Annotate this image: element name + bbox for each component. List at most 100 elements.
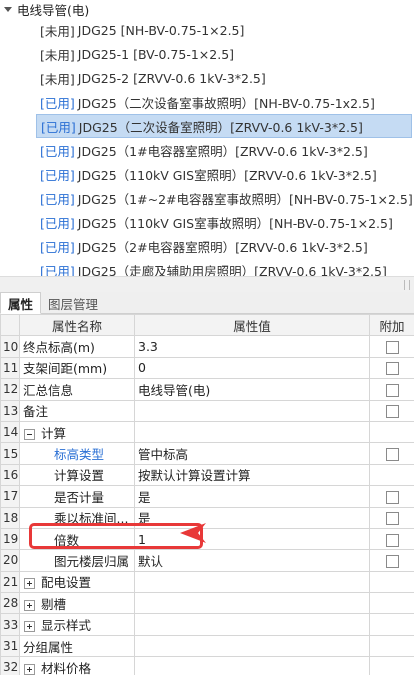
tree-group-label: 电线导管(电) [17,2,90,18]
header-name: 属性名称 [19,313,135,337]
property-name: 显示样式 [19,613,135,636]
property-value[interactable] [134,420,370,444]
extra-checkbox[interactable] [385,448,399,462]
row-number: 19 [0,527,20,551]
grid-row[interactable]: 31 分组属性 [0,634,414,658]
grid-row[interactable]: 28 剔槽 [0,592,414,615]
property-value[interactable] [134,656,370,675]
grip-icon[interactable] [404,280,410,290]
tree-item-status: [已用] [40,215,75,231]
property-value[interactable]: 0 [134,356,370,380]
row-number: 17 [0,485,20,508]
grid-row[interactable]: 13 备注 [0,399,414,422]
property-value[interactable] [134,570,370,594]
property-name: 分组属性 [19,634,135,658]
grid-row[interactable]: 20 图元楼层归属 默认 [0,549,414,572]
tree-item-status: [未用] [40,71,75,87]
property-label: 汇总信息 [23,382,74,398]
grid-row[interactable]: 15 标高类型 管中标高 [0,442,414,465]
grid-row[interactable]: 16 计算设置 按默认计算设置计算 [0,463,414,487]
grid-header-row: 属性名称 属性值 附加 [0,313,414,337]
tree-item-label: JDG25（二次设备室事故照明）[NH-BV-0.75-1x2.5] [77,95,375,111]
extra-checkbox[interactable] [385,554,399,568]
tree-item[interactable]: [已用] JDG25（走廊及辅助用房照明）[ZRVV-0.6 1kV-3*2.5] [36,258,412,277]
row-number: 16 [0,463,20,487]
extra-cell [369,570,414,594]
extra-cell [369,527,414,551]
tree-item[interactable]: [已用] JDG25（1#~2#电容器室事故照明）[NH-BV-0.75-1×2.… [36,186,413,210]
extra-checkbox[interactable] [385,533,399,547]
tree-item-status: [已用] [40,95,75,111]
tree-item-status: [已用] [40,191,75,207]
row-number: 13 [0,399,20,422]
property-label: 图元楼层归属 [54,553,130,569]
tree-item[interactable]: [已用] JDG25（二次设备室照明）[ZRVV-0.6 1kV-3*2.5] [36,114,412,138]
tree-item[interactable]: [已用] JDG25（2#电容器室照明）[ZRVV-0.6 1kV-3*2.5] [36,234,412,258]
property-value[interactable] [134,592,370,615]
grid-row[interactable]: 14 计算 [0,420,414,444]
grid-row[interactable]: 17 是否计量 是 [0,485,414,508]
panel-splitter[interactable] [0,276,414,292]
property-value[interactable]: 是 [134,485,370,508]
property-name: 汇总信息 [19,378,135,401]
property-label: 剔槽 [41,596,67,612]
tree-item-status: [未用] [40,23,75,39]
tree-item[interactable]: [已用] JDG25（110kV GIS室照明）[ZRVV-0.6 1kV-3*2… [36,162,412,186]
expand-icon[interactable] [24,663,35,675]
property-value[interactable] [134,613,370,636]
property-value[interactable] [134,399,370,422]
expand-icon[interactable] [24,599,35,611]
row-number: 15 [0,442,20,465]
extra-checkbox[interactable] [385,490,399,504]
tree-item[interactable]: [已用] JDG25（1#电容器室照明）[ZRVV-0.6 1kV-3*2.5] [36,138,412,162]
property-value[interactable]: 管中标高 [134,442,370,465]
tree-item-label: JDG25（二次设备室照明）[ZRVV-0.6 1kV-3*2.5] [78,119,363,135]
collapse-triangle-icon[interactable] [4,6,12,12]
tree-item-label: JDG25（1#~2#电容器室事故照明）[NH-BV-0.75-1×2.5] [77,191,413,207]
collapse-icon[interactable] [24,428,35,440]
row-number: 10 [0,335,20,358]
extra-checkbox[interactable] [385,405,399,419]
header-extra: 附加 [369,313,414,337]
tree-item[interactable]: [未用] JDG25 [NH-BV-0.75-1×2.5] [36,18,412,42]
tree-item-status: [已用] [40,239,75,255]
extra-cell [369,420,414,444]
grid-row[interactable]: 12 汇总信息 电线导管(电) [0,378,414,401]
tree-item-label: JDG25（110kV GIS室事故照明）[NH-BV-0.75-1×2.5] [77,215,393,231]
tree-item[interactable]: [未用] JDG25-2 [ZRVV-0.6 1kV-3*2.5] [36,66,412,90]
property-value[interactable]: 按默认计算设置计算 [134,463,370,487]
property-label: 计算 [41,425,67,441]
property-value[interactable] [134,634,370,658]
property-name: 计算 [19,420,135,444]
extra-cell [369,656,414,675]
tree-item-label: JDG25（2#电容器室照明）[ZRVV-0.6 1kV-3*2.5] [77,239,368,255]
property-value[interactable]: 3.3 [134,335,370,358]
grid-row[interactable]: 11 支架间距(mm) 0 [0,356,414,380]
property-value[interactable]: 默认 [134,549,370,572]
tree-group-header[interactable]: 电线导管(电) [0,0,89,18]
property-name: 图元楼层归属 [19,549,135,572]
extra-checkbox[interactable] [385,341,399,355]
tree-item[interactable]: [已用] JDG25（110kV GIS室事故照明）[NH-BV-0.75-1×2… [36,210,412,234]
expand-icon[interactable] [24,621,35,633]
property-label: 显示样式 [41,618,92,634]
tab-layer-management[interactable]: 图层管理 [41,292,105,314]
expand-icon[interactable] [24,578,35,590]
property-value[interactable]: 电线导管(电) [134,378,370,401]
tree-item[interactable]: [未用] JDG25-1 [BV-0.75-1×2.5] [36,42,412,66]
property-name: 标高类型 [19,442,135,465]
tree-item[interactable]: [已用] JDG25（二次设备室事故照明）[NH-BV-0.75-1x2.5] [36,90,412,114]
extra-checkbox[interactable] [385,383,399,397]
tree-list: [未用] JDG25 [NH-BV-0.75-1×2.5] [未用] JDG25-1 … [36,18,413,277]
annotation-arrow-icon [180,523,206,543]
grid-row[interactable]: 33 显示样式 [0,613,414,636]
grid-row[interactable]: 10 终点标高(m) 3.3 [0,335,414,358]
tab-properties[interactable]: 属性 [0,292,42,314]
grid-row[interactable]: 21 配电设置 [0,570,414,594]
extra-cell [369,592,414,615]
property-name: 支架间距(mm) [19,356,135,380]
tree-item-status: [已用] [40,143,75,159]
grid-row[interactable]: 32 材料价格 [0,656,414,675]
extra-checkbox[interactable] [385,362,399,376]
extra-checkbox[interactable] [385,512,399,526]
